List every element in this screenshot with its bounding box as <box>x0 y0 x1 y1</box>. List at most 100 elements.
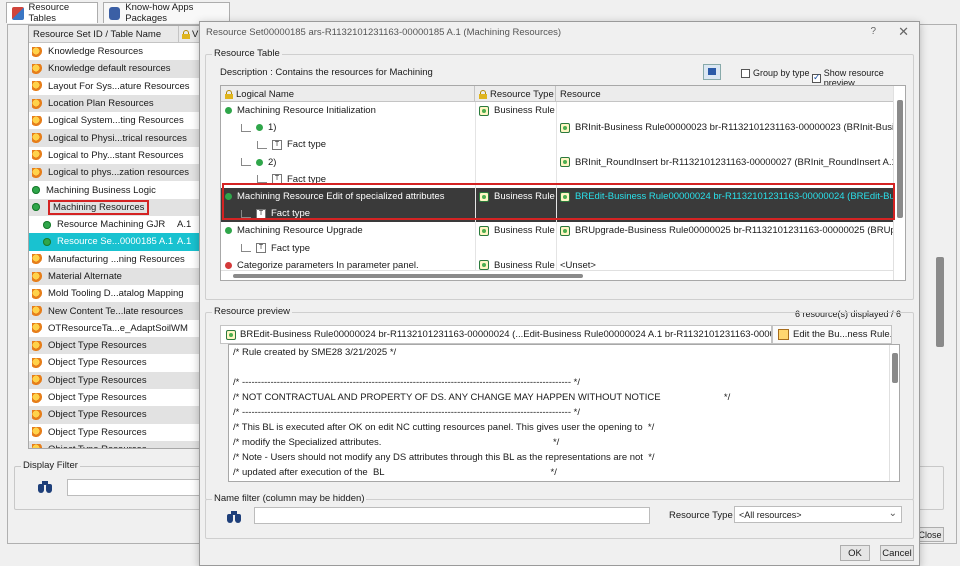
group-by-type-checkbox[interactable]: Group by type <box>741 68 810 78</box>
resource-set-list: Resource Set ID / Table Name V Knowledge… <box>28 25 200 449</box>
list-item[interactable]: Object Type Resources <box>29 371 199 389</box>
tree-line <box>241 158 251 167</box>
code-vertical-scrollbar[interactable] <box>889 345 899 481</box>
table-row[interactable]: T Fact type <box>221 136 893 154</box>
list-item-label: Resource Machining GJR <box>57 219 166 231</box>
list-item[interactable]: Object Type Resources <box>29 354 199 371</box>
table-row[interactable]: Machining Resource Initialization Busines… <box>221 102 893 120</box>
logical-name-label: Machining Resource Upgrade <box>237 225 363 237</box>
column-header-resource[interactable]: Resource <box>556 86 893 102</box>
list-item[interactable]: Object Type Resources <box>29 440 199 448</box>
list-item[interactable]: Location Plan Resources <box>29 94 199 113</box>
scrollbar-thumb[interactable] <box>897 100 903 218</box>
code-line: /* Rule created by SME28 3/21/2025 */ <box>233 347 397 358</box>
list-item[interactable]: Resource Se...0000185 A.1 A.1 <box>29 233 199 251</box>
list-item[interactable]: Knowledge Resources <box>29 43 199 60</box>
column-header-id[interactable]: Resource Set ID / Table Name <box>29 26 179 42</box>
resource-preview-label: Resource preview <box>212 306 293 317</box>
node-icon <box>32 203 40 212</box>
grid-horizontal-scrollbar[interactable] <box>221 270 893 280</box>
tab-resource-tables[interactable]: Resource Tables <box>6 2 98 24</box>
list-item[interactable]: Material Alternate <box>29 267 199 286</box>
business-rule-icon <box>479 105 489 116</box>
code-preview[interactable]: /* Rule created by SME28 3/21/2025 */ /* … <box>228 344 900 482</box>
resource-table-icon <box>32 46 42 57</box>
checkbox-box[interactable] <box>741 68 750 78</box>
checkbox-box[interactable] <box>812 72 821 83</box>
scrollbar-thumb[interactable] <box>936 257 944 347</box>
logical-name-label: 2) <box>268 156 277 168</box>
table-row[interactable]: 2) BRInit_RoundInsert br-R1132101231163-0… <box>221 153 893 171</box>
close-button[interactable]: Close <box>916 527 944 542</box>
fact-type-icon: T <box>256 243 266 254</box>
list-item[interactable]: Logical to Phy...stant Resources <box>29 147 199 164</box>
list-item[interactable]: Knowledge default resources <box>29 60 199 78</box>
list-item[interactable]: New Content Te...late resources <box>29 302 199 320</box>
scrollbar-thumb[interactable] <box>892 353 898 383</box>
grid-vertical-scrollbar[interactable] <box>893 86 905 280</box>
list-item[interactable]: Machining Business Logic <box>29 181 199 198</box>
resource-type-select[interactable]: <All resources> ⌄ <box>734 506 902 523</box>
node-icon <box>225 227 232 235</box>
list-item-label: Object Type Resources <box>48 444 147 448</box>
resource-cell <box>556 205 893 223</box>
display-filter-input[interactable] <box>67 479 207 496</box>
list-item[interactable]: Layout For Sys...ature Resources <box>29 78 199 95</box>
list-item-label: Mold Tooling D...atalog Mapping <box>48 288 184 300</box>
list-item[interactable]: Object Type Resources <box>29 424 199 441</box>
resource-table-icon <box>32 288 42 299</box>
name-filter-input[interactable] <box>254 507 650 524</box>
preview-tab-business-rule[interactable]: BREdit-Business Rule00000024 br-R1132101… <box>220 325 772 344</box>
name-filter-group: Name filter (column may be hidden) Resou… <box>205 493 914 539</box>
resource-table-icon <box>32 81 42 92</box>
table-row[interactable]: Machining Resource Upgrade Business Rule B… <box>221 222 893 240</box>
list-item[interactable]: Object Type Resources <box>29 406 199 424</box>
close-icon[interactable]: ✕ <box>898 24 909 40</box>
list-item[interactable]: Mold Tooling D...atalog Mapping <box>29 285 199 302</box>
code-line: /* updated after execution of the BL */ <box>233 467 557 478</box>
table-row[interactable]: 1) BRInit-Business Rule00000023 br-R11321… <box>221 119 893 137</box>
tab-knowhow-apps[interactable]: Know-how Apps Packages <box>103 2 230 24</box>
resource-table-icon <box>32 323 42 334</box>
node-icon <box>256 124 263 132</box>
resource-type-cell: Business Rule <box>475 102 556 120</box>
table-row[interactable]: T Fact type <box>221 170 893 188</box>
binoculars-icon[interactable] <box>37 479 53 493</box>
resource-table-icon <box>32 133 42 144</box>
version-cell: A.1 <box>177 236 192 248</box>
table-row[interactable]: Machining Resource Edit of specialized a… <box>221 188 893 206</box>
main-vertical-scrollbar[interactable] <box>936 25 944 449</box>
preview-tab-edit[interactable]: Edit the Bu...ness Rule... <box>772 325 892 344</box>
list-item[interactable]: Machining Resources <box>29 198 199 216</box>
help-icon[interactable]: ? <box>870 26 876 37</box>
list-item[interactable]: Manufacturing ...ning Resources <box>29 251 199 268</box>
export-icon[interactable] <box>703 64 721 80</box>
table-row[interactable]: T Fact type <box>221 205 893 223</box>
list-item[interactable]: Logical System...ting Resources <box>29 112 199 129</box>
ok-button[interactable]: OK <box>840 545 870 561</box>
resource-table-icon <box>32 392 42 403</box>
resource-label: BRInit-Business Rule00000023 br-R1132101… <box>575 122 893 134</box>
table-row[interactable]: T Fact type <box>221 239 893 257</box>
column-header-logical-name[interactable]: Logical Name <box>221 86 475 102</box>
cancel-button[interactable]: Cancel <box>880 545 914 561</box>
list-item[interactable]: Object Type Resources <box>29 337 199 355</box>
list-item-label: Knowledge default resources <box>48 63 171 75</box>
resource-table-icon <box>32 115 42 126</box>
list-item[interactable]: OTResourceTa...e_AdaptSoilWM <box>29 320 199 337</box>
list-item[interactable]: Resource Machining GJR A.1 <box>29 216 199 233</box>
column-header-version[interactable]: V <box>179 29 198 40</box>
resource-cell: BREdit-Business Rule00000024 br-R1132101… <box>556 188 893 206</box>
list-item[interactable]: Object Type Resources <box>29 389 199 406</box>
node-icon <box>32 186 40 195</box>
node-icon <box>225 193 232 201</box>
list-item[interactable]: Logical to Physi...trical resources <box>29 129 199 147</box>
lock-icon <box>479 89 487 99</box>
binoculars-icon[interactable] <box>226 509 242 523</box>
scrollbar-thumb[interactable] <box>233 274 583 278</box>
resource-table-icon <box>32 63 42 74</box>
error-node-icon <box>225 261 232 269</box>
column-header-resource-type[interactable]: Resource Type <box>475 86 556 102</box>
list-item[interactable]: Logical to phys...zation resources <box>29 164 199 182</box>
code-lines: /* Rule created by SME28 3/21/2025 */ /* … <box>229 345 899 480</box>
